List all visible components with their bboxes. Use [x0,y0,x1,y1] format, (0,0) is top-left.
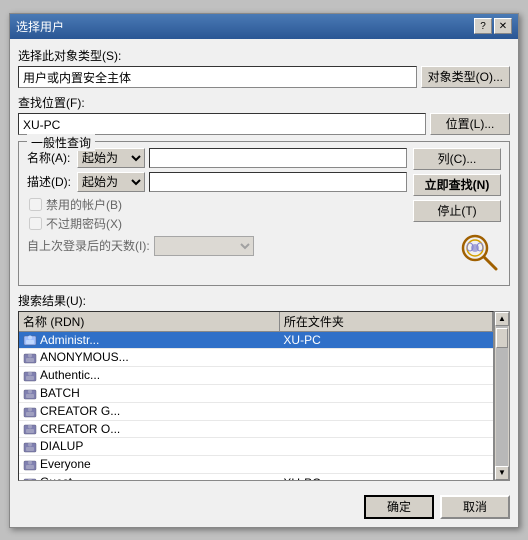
table-row[interactable]: Guest XU-PC [19,474,493,481]
object-type-row: 用户或内置安全主体 对象类型(O)... [18,66,510,88]
table-row[interactable]: Everyone [19,456,493,474]
table-row[interactable]: BATCH [19,384,493,402]
table-row[interactable]: CREATOR O... [19,420,493,438]
results-table-wrap: 名称 (RDN) 所在文件夹 Administr... XU-PC ANONYM… [18,311,494,481]
location-group: 查找位置(F): XU-PC 位置(L)... [18,94,510,135]
location-row: XU-PC 位置(L)... [18,113,510,135]
title-bar: 选择用户 ? ✕ [10,14,518,39]
row-name: DIALUP [19,438,279,456]
general-query-group: 一般性查询 名称(A): 起始为 描述(D): 起 [18,141,510,286]
dialog-body: 选择此对象类型(S): 用户或内置安全主体 对象类型(O)... 查找位置(F)… [10,39,518,489]
object-type-value: 用户或内置安全主体 [18,66,417,88]
disabled-label: 禁用的帐户(B) [46,196,122,213]
row-folder [279,438,492,456]
scroll-down-button[interactable]: ▼ [495,466,509,480]
ok-button[interactable]: 确定 [364,495,434,519]
name-input[interactable] [149,148,407,168]
cancel-button[interactable]: 取消 [440,495,510,519]
row-name: Guest [19,474,279,481]
results-label: 搜索结果(U): [18,292,510,309]
group-right-content: 名称(A): 起始为 描述(D): 起始为 [27,148,501,277]
location-label: 查找位置(F): [18,94,510,111]
row-folder [279,384,492,402]
expired-checkbox[interactable] [29,217,42,230]
desc-select[interactable]: 起始为 [77,172,145,192]
scroll-thumb[interactable] [496,328,508,348]
desc-input[interactable] [149,172,407,192]
days-select[interactable] [154,236,254,256]
name-label: 名称(A): [27,149,73,166]
location-value: XU-PC [18,113,426,135]
desc-label: 描述(D): [27,173,73,190]
row-name: Everyone [19,456,279,474]
general-query-title: 一般性查询 [27,134,95,151]
scroll-track [496,326,508,466]
disabled-checkbox[interactable] [29,198,42,211]
row-folder: XU-PC [279,474,492,481]
list-button[interactable]: 列(C)... [413,148,501,170]
row-folder [279,349,492,367]
table-row[interactable]: CREATOR G... [19,402,493,420]
object-type-group: 选择此对象类型(S): 用户或内置安全主体 对象类型(O)... [18,47,510,88]
stop-button[interactable]: 停止(T) [413,200,501,222]
name-row: 名称(A): 起始为 [27,148,407,168]
object-type-button[interactable]: 对象类型(O)... [421,66,510,88]
col-folder[interactable]: 所在文件夹 [279,312,492,332]
dialog-title: 选择用户 [16,18,64,35]
row-name: Administr... [19,331,279,349]
title-bar-icons: ? ✕ [474,18,512,34]
close-button[interactable]: ✕ [494,18,512,34]
row-folder [279,420,492,438]
row-name: ANONYMOUS... [19,349,279,367]
row-name: CREATOR O... [19,420,279,438]
search-icon-area [459,232,501,277]
select-user-dialog: 选择用户 ? ✕ 选择此对象类型(S): 用户或内置安全主体 对象类型(O)..… [9,13,519,528]
vertical-scrollbar[interactable]: ▲ ▼ [494,311,510,481]
expired-label: 不过期密码(X) [46,215,122,232]
row-name: BATCH [19,384,279,402]
search-icon [459,232,501,274]
table-row[interactable]: Authentic... [19,367,493,385]
row-folder [279,456,492,474]
row-folder [279,402,492,420]
results-table: 名称 (RDN) 所在文件夹 Administr... XU-PC ANONYM… [19,312,493,481]
table-row[interactable]: DIALUP [19,438,493,456]
table-row[interactable]: ANONYMOUS... [19,349,493,367]
title-bar-left: 选择用户 [16,18,64,35]
row-name: Authentic... [19,367,279,385]
desc-row: 描述(D): 起始为 [27,172,407,192]
days-label: 自上次登录后的天数(I): [27,237,150,254]
results-area: 名称 (RDN) 所在文件夹 Administr... XU-PC ANONYM… [18,311,510,481]
help-button[interactable]: ? [474,18,492,34]
disabled-checkbox-row: 禁用的帐户(B) [27,196,407,213]
col-name[interactable]: 名称 (RDN) [19,312,279,332]
scroll-up-button[interactable]: ▲ [495,312,509,326]
row-folder: XU-PC [279,331,492,349]
row-name: CREATOR G... [19,402,279,420]
right-panel: 列(C)... 立即查找(N) 停止(T) [413,148,501,277]
location-button[interactable]: 位置(L)... [430,113,510,135]
table-row[interactable]: Administr... XU-PC [19,331,493,349]
name-select[interactable]: 起始为 [77,148,145,168]
days-row: 自上次登录后的天数(I): [27,236,407,256]
object-type-label: 选择此对象类型(S): [18,47,510,64]
search-now-button[interactable]: 立即查找(N) [413,174,501,196]
expired-checkbox-row: 不过期密码(X) [27,215,407,232]
dialog-footer: 确定 取消 [10,489,518,527]
row-folder [279,367,492,385]
group-left: 名称(A): 起始为 描述(D): 起始为 [27,148,407,277]
